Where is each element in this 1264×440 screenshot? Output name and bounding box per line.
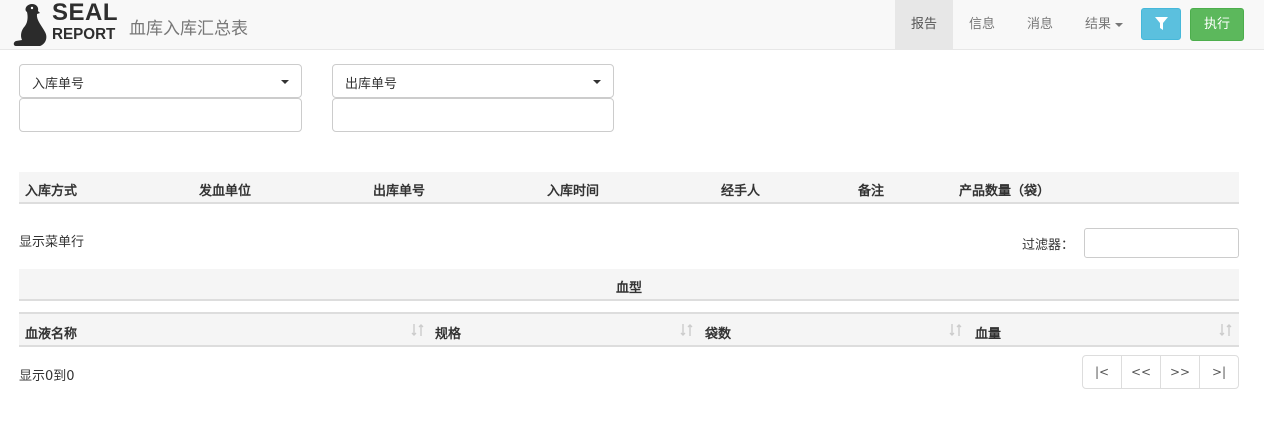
sort-icon[interactable] bbox=[949, 323, 963, 337]
sort-icon[interactable] bbox=[411, 323, 425, 337]
caret-down-icon bbox=[1115, 22, 1123, 27]
sort-icon[interactable] bbox=[1219, 323, 1233, 337]
execute-button[interactable]: 执行 bbox=[1190, 8, 1244, 41]
table-info: 显示0到0 bbox=[19, 369, 75, 384]
group-header: 血型 bbox=[19, 269, 1239, 301]
restriction-label-inbound: 入库单号 bbox=[32, 77, 85, 92]
nav-results-dropdown[interactable]: 结果 bbox=[1069, 0, 1139, 49]
dropdown-arrow-icon bbox=[281, 80, 289, 84]
column-header-volume[interactable]: 血量 bbox=[975, 323, 1001, 342]
restriction-operator-select-outbound[interactable]: 出库单号 bbox=[332, 64, 614, 98]
dropdown-arrow-icon bbox=[593, 80, 601, 84]
nav-messages-label: 消息 bbox=[1026, 17, 1053, 32]
previous-page-button[interactable]: << bbox=[1122, 356, 1161, 388]
detail-table-header: 血液名称 规格 袋数 血量 bbox=[19, 312, 1239, 347]
seal-icon bbox=[13, 4, 47, 46]
summary-table-header: 入库方式 发血单位 出库单号 入库时间 经手人 备注 产品数量（袋） bbox=[19, 172, 1239, 204]
filter-input[interactable] bbox=[1084, 228, 1239, 258]
first-page-button[interactable]: |< bbox=[1083, 356, 1122, 388]
restriction-operator-select-inbound[interactable]: 入库单号 bbox=[19, 64, 302, 98]
column-header: 入库方式 bbox=[25, 184, 78, 199]
column-header-blood-name[interactable]: 血液名称 bbox=[25, 323, 77, 342]
nav-information-label: 信息 bbox=[968, 17, 995, 32]
column-header: 入库时间 bbox=[547, 184, 600, 199]
last-page-button[interactable]: >| bbox=[1200, 356, 1238, 388]
group-header-label: 血型 bbox=[615, 281, 642, 296]
outbound-number-input[interactable] bbox=[332, 98, 614, 132]
filter-label: 过滤器： bbox=[1022, 238, 1075, 253]
report-title: 血库入库汇总表 bbox=[129, 19, 248, 39]
column-header: 备注 bbox=[858, 184, 885, 199]
show-menu-toggle[interactable]: 显示菜单行 bbox=[19, 231, 84, 250]
nav-messages[interactable]: 消息 bbox=[1011, 0, 1069, 49]
seal-report-logo[interactable]: SEAL REPORT bbox=[12, 0, 120, 48]
nav-information[interactable]: 信息 bbox=[953, 0, 1011, 49]
inbound-number-input[interactable] bbox=[19, 98, 302, 132]
column-header-spec[interactable]: 规格 bbox=[435, 323, 461, 342]
navbar: SEAL REPORT 血库入库汇总表 报告 信息 消息 结果 执行 bbox=[0, 0, 1264, 50]
column-header-bags[interactable]: 袋数 bbox=[705, 323, 731, 342]
sort-icon[interactable] bbox=[680, 323, 694, 337]
next-page-button[interactable]: >> bbox=[1161, 356, 1200, 388]
column-header: 产品数量（袋） bbox=[959, 184, 1051, 199]
logo-report-text: REPORT bbox=[52, 26, 116, 43]
filter-icon bbox=[1155, 17, 1168, 30]
restriction-label-outbound: 出库单号 bbox=[345, 77, 398, 92]
pagination: |< << >> >| bbox=[1082, 355, 1239, 389]
column-header: 发血单位 bbox=[199, 184, 252, 199]
nav-report-label: 报告 bbox=[910, 17, 937, 32]
filter-button[interactable] bbox=[1141, 8, 1181, 40]
column-header: 经手人 bbox=[721, 184, 761, 199]
nav-report[interactable]: 报告 bbox=[895, 0, 953, 49]
logo-seal-text: SEAL bbox=[52, 0, 119, 26]
column-header: 出库单号 bbox=[373, 184, 426, 199]
nav-results-label: 结果 bbox=[1084, 17, 1111, 32]
